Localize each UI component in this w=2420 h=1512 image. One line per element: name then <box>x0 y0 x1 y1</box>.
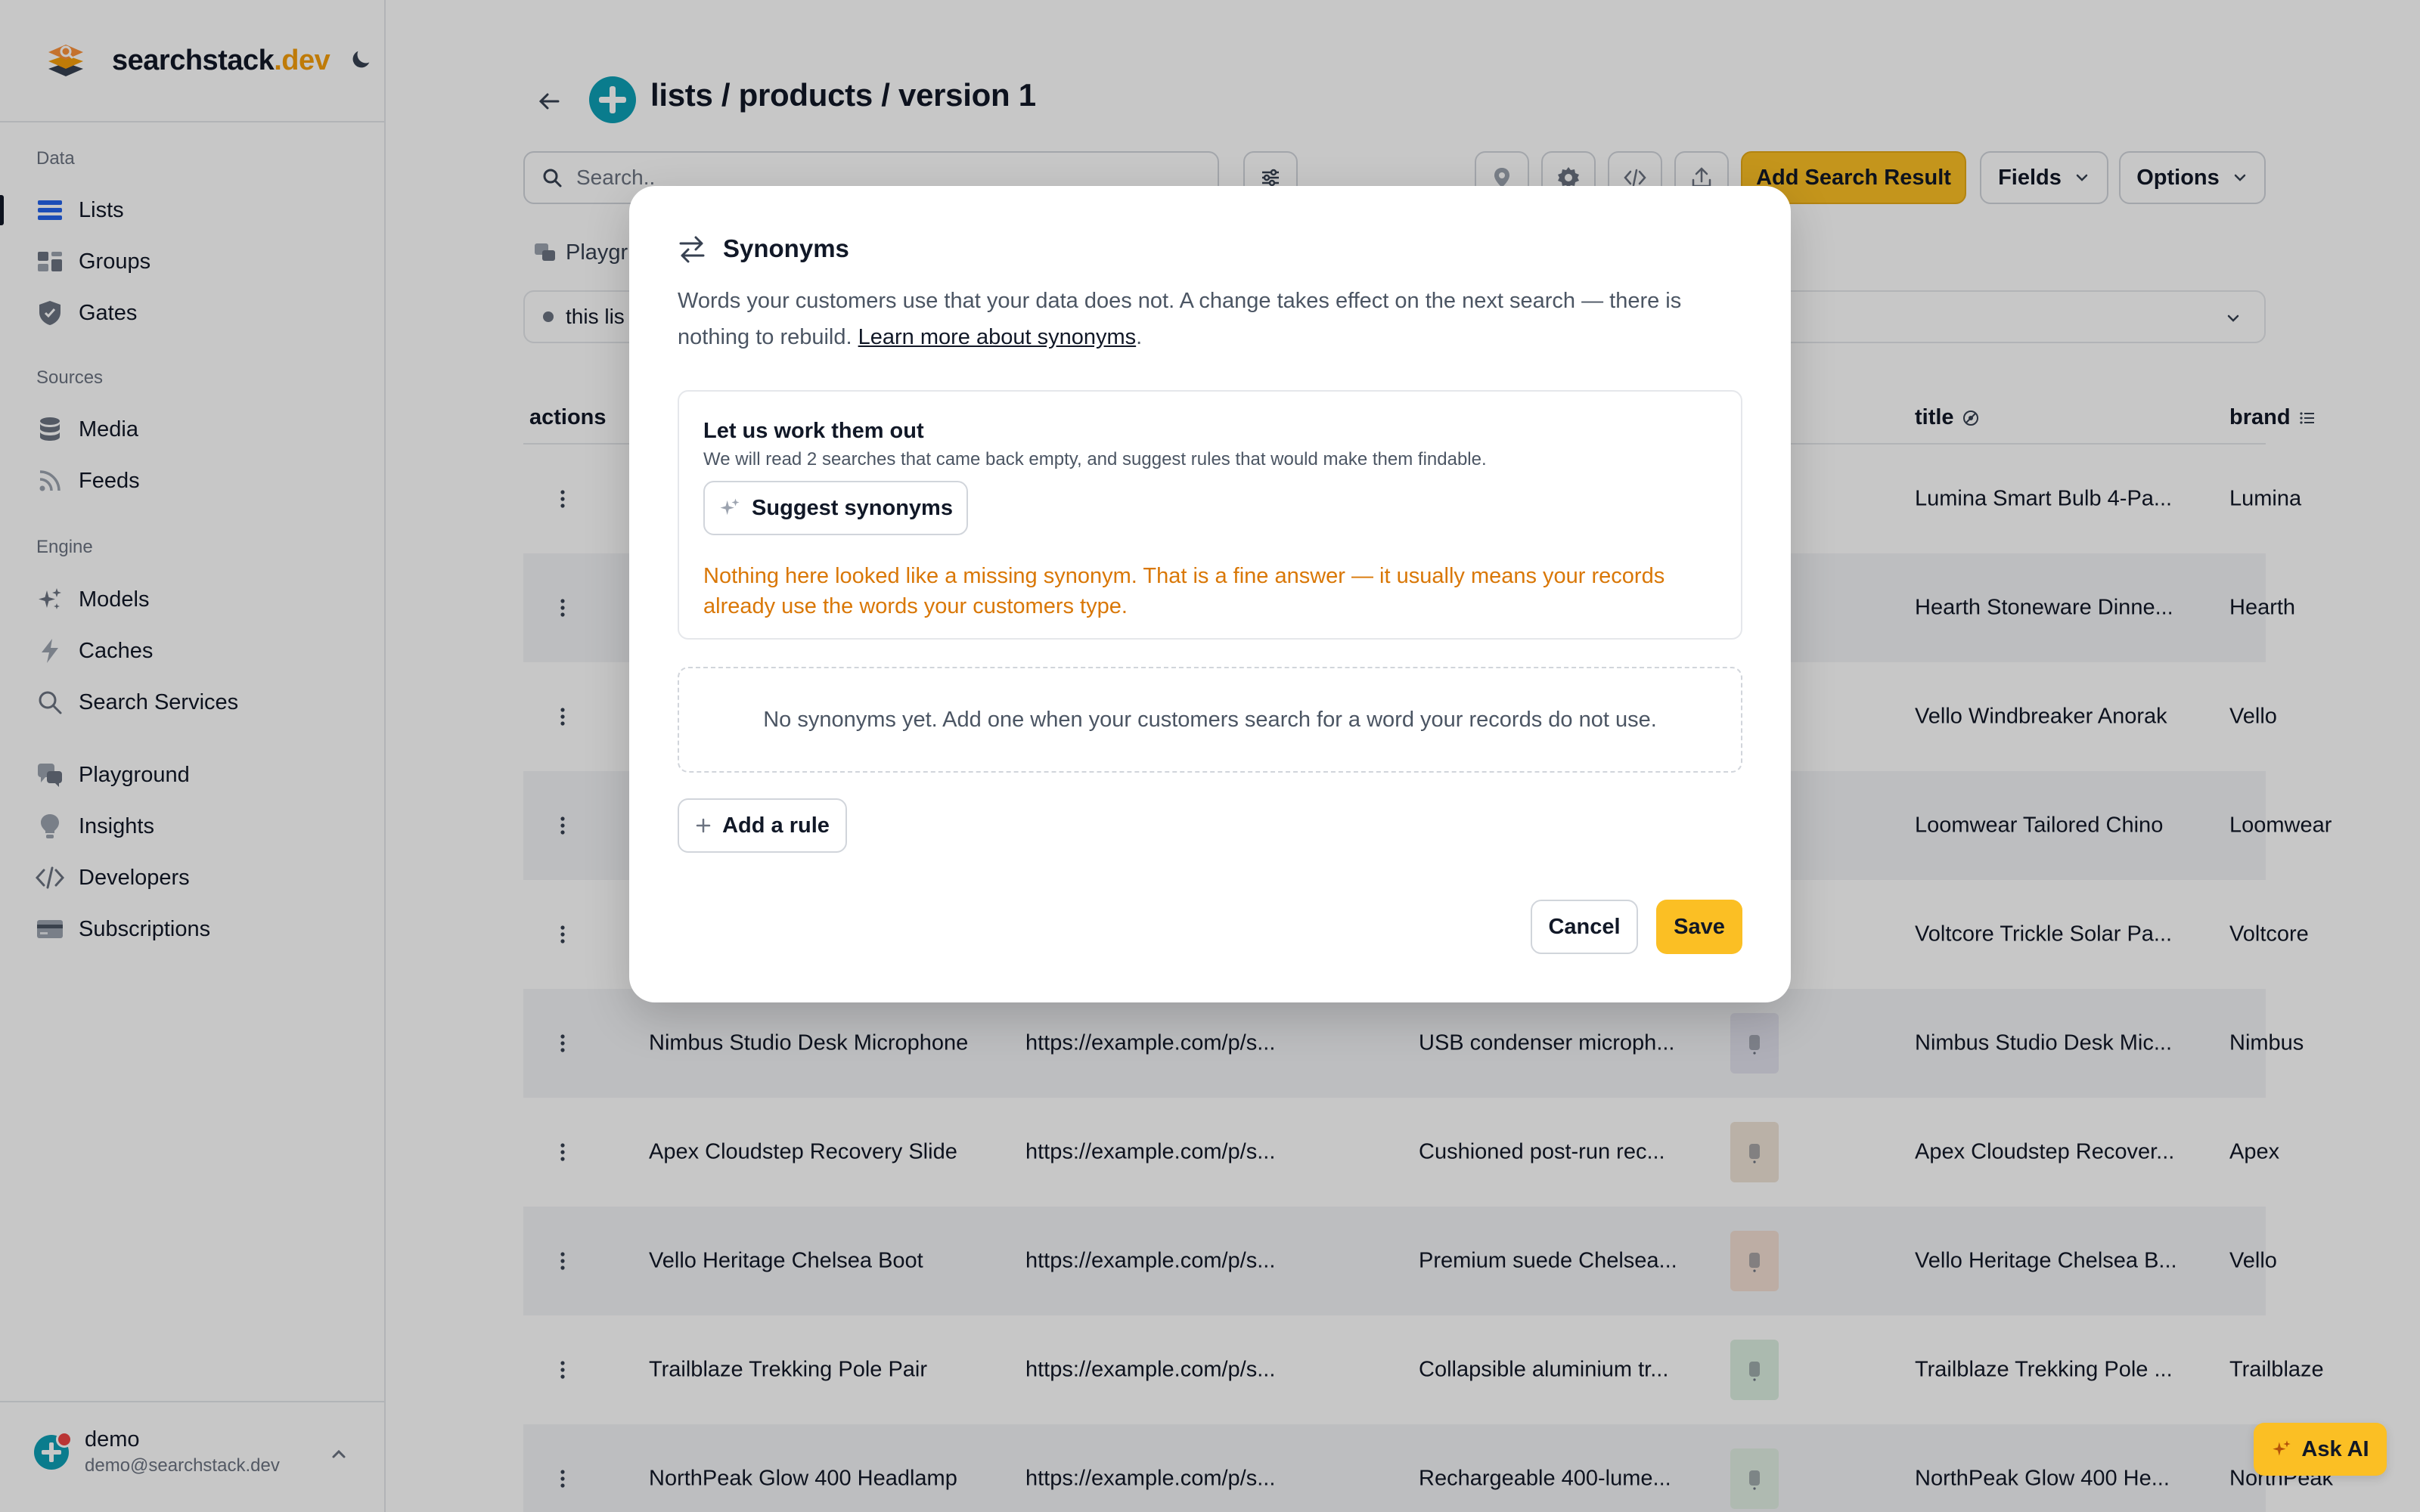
description-text: Words your customers use that your data … <box>678 289 1682 349</box>
add-rule-label: Add a rule <box>722 813 830 838</box>
suggest-title: Let us work them out <box>703 419 924 443</box>
save-button[interactable]: Save <box>1656 900 1742 954</box>
ask-ai-label: Ask AI <box>2301 1436 2369 1461</box>
suggest-card: Let us work them out We will read 2 sear… <box>678 390 1742 640</box>
learn-more-link[interactable]: Learn more about synonyms <box>858 325 1137 349</box>
suggest-subtitle: We will read 2 searches that came back e… <box>703 449 1487 469</box>
sparkles-icon <box>2273 1440 2291 1456</box>
add-rule-button[interactable]: Add a rule <box>678 798 847 853</box>
synonyms-dialog: Synonyms Words your customers use that y… <box>629 186 1791 1002</box>
suggest-result-note: Nothing here looked like a missing synon… <box>703 564 1665 618</box>
cancel-button[interactable]: Cancel <box>1531 900 1638 954</box>
dialog-header: Synonyms <box>678 234 849 263</box>
dialog-title: Synonyms <box>723 234 849 262</box>
suggest-synonyms-button[interactable]: Suggest synonyms <box>703 481 968 535</box>
swap-arrows-icon <box>679 236 705 263</box>
plus-icon <box>696 818 711 833</box>
dialog-description: Words your customers use that your data … <box>678 289 1682 349</box>
ask-ai-button[interactable]: Ask AI <box>2254 1423 2387 1476</box>
suggest-synonyms-label: Suggest synonyms <box>752 495 953 520</box>
sparkles-icon <box>720 498 740 516</box>
empty-synonyms-message: No synonyms yet. Add one when your custo… <box>678 667 1742 773</box>
